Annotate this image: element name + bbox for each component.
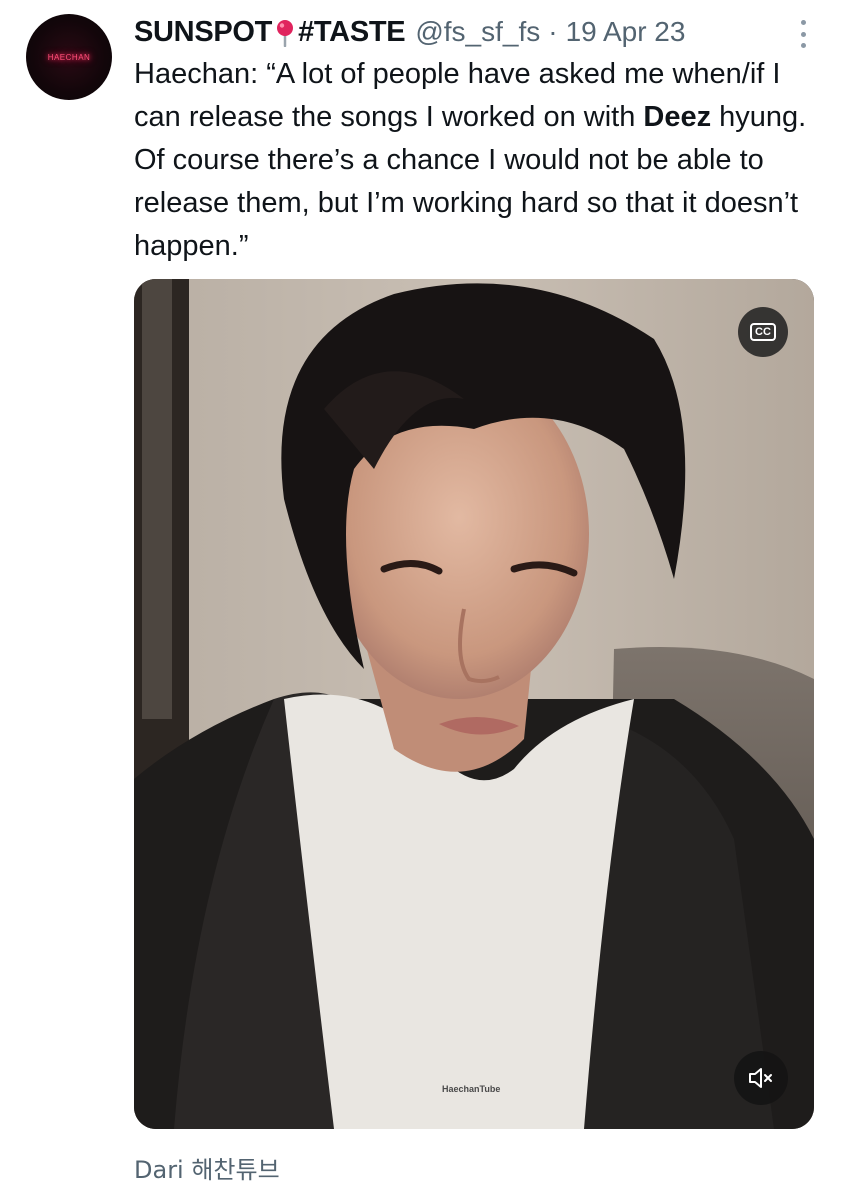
unmute-button[interactable] (734, 1051, 788, 1105)
video-player[interactable]: CC HaechanTube (134, 279, 814, 1129)
avatar-neon-text: HAECHAN (47, 52, 91, 62)
profile-avatar[interactable]: HAECHAN (26, 14, 112, 100)
hashtag-in-name[interactable]: #TASTE (298, 16, 406, 49)
video-watermark: HaechanTube (442, 1084, 501, 1094)
tweet-text-mention: Deez (643, 101, 712, 133)
tweet-date[interactable]: 19 Apr 23 (566, 16, 686, 48)
speaker-muted-icon (749, 1068, 772, 1088)
user-handle[interactable]: @fs_sf_fs (415, 16, 540, 48)
meta-separator: · (548, 16, 558, 47)
round-pushpin-icon (274, 19, 296, 48)
tweet-header: SUNSPOT #TASTE @fs_sf_fs · 19 Apr 23 (134, 12, 803, 52)
more-options-icon[interactable] (799, 20, 807, 48)
media-source-caption[interactable]: Dari 해찬튜브 (134, 1150, 280, 1185)
tweet-text: Haechan: “A lot of people have asked me … (134, 53, 814, 268)
video-frame-image (134, 279, 814, 1129)
display-name[interactable]: SUNSPOT (134, 16, 272, 49)
closed-captions-icon: CC (750, 323, 776, 341)
closed-captions-button[interactable]: CC (738, 307, 788, 357)
